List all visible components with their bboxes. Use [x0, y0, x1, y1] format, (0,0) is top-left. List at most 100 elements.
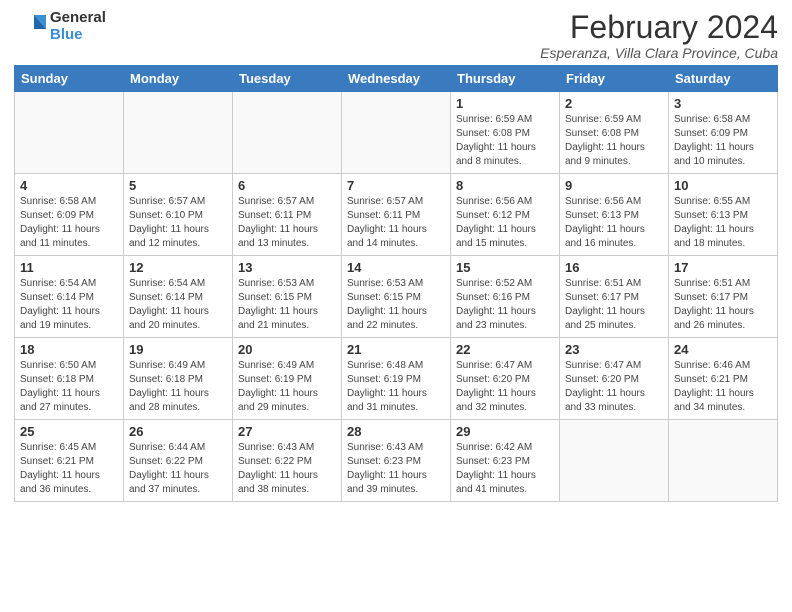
col-monday: Monday: [124, 66, 233, 92]
calendar-week-row: 4 Sunrise: 6:58 AM Sunset: 6:09 PM Daylig…: [15, 174, 778, 256]
table-row: 10 Sunrise: 6:55 AM Sunset: 6:13 PM Dayli…: [669, 174, 778, 256]
table-row: 27 Sunrise: 6:43 AM Sunset: 6:22 PM Dayli…: [233, 420, 342, 502]
day-info: Sunrise: 6:43 AM Sunset: 6:22 PM Dayligh…: [238, 441, 336, 497]
day-number: 13: [238, 260, 336, 275]
day-info: Sunrise: 6:58 AM Sunset: 6:09 PM Dayligh…: [674, 113, 772, 169]
day-number: 25: [20, 424, 118, 439]
day-number: 7: [347, 178, 445, 193]
day-number: 6: [238, 178, 336, 193]
day-info: Sunrise: 6:50 AM Sunset: 6:18 PM Dayligh…: [20, 359, 118, 415]
table-row: 9Sunrise: 6:56 AM Sunset: 6:13 PM Daylig…: [560, 174, 669, 256]
logo: General Blue: [14, 10, 106, 43]
calendar: Sunday Monday Tuesday Wednesday Thursday…: [14, 65, 778, 502]
day-number: 20: [238, 342, 336, 357]
col-thursday: Thursday: [451, 66, 560, 92]
logo-blue: Blue: [50, 27, 106, 44]
table-row: [342, 92, 451, 174]
day-info: Sunrise: 6:47 AM Sunset: 6:20 PM Dayligh…: [565, 359, 663, 415]
day-number: 16: [565, 260, 663, 275]
day-info: Sunrise: 6:44 AM Sunset: 6:22 PM Dayligh…: [129, 441, 227, 497]
day-number: 29: [456, 424, 554, 439]
subtitle: Esperanza, Villa Clara Province, Cuba: [540, 45, 778, 61]
table-row: 5 Sunrise: 6:57 AM Sunset: 6:10 PM Daylig…: [124, 174, 233, 256]
calendar-header-row: Sunday Monday Tuesday Wednesday Thursday…: [15, 66, 778, 92]
day-info: Sunrise: 6:55 AM Sunset: 6:13 PM Dayligh…: [674, 195, 772, 251]
day-info: Sunrise: 6:49 AM Sunset: 6:18 PM Dayligh…: [129, 359, 227, 415]
logo-general: General: [50, 10, 106, 27]
day-number: 17: [674, 260, 772, 275]
table-row: 13 Sunrise: 6:53 AM Sunset: 6:15 PM Dayli…: [233, 256, 342, 338]
table-row: 4 Sunrise: 6:58 AM Sunset: 6:09 PM Daylig…: [15, 174, 124, 256]
day-number: 4: [20, 178, 118, 193]
day-number: 27: [238, 424, 336, 439]
header: General Blue February 2024 Esperanza, Vi…: [14, 10, 778, 61]
table-row: 29 Sunrise: 6:42 AM Sunset: 6:23 PM Dayli…: [451, 420, 560, 502]
day-info: Sunrise: 6:53 AM Sunset: 6:15 PM Dayligh…: [238, 277, 336, 333]
day-info: Sunrise: 6:53 AM Sunset: 6:15 PM Dayligh…: [347, 277, 445, 333]
title-block: February 2024 Esperanza, Villa Clara Pro…: [540, 10, 778, 61]
table-row: 7 Sunrise: 6:57 AM Sunset: 6:11 PM Daylig…: [342, 174, 451, 256]
table-row: 23 Sunrise: 6:47 AM Sunset: 6:20 PM Dayli…: [560, 338, 669, 420]
col-tuesday: Tuesday: [233, 66, 342, 92]
logo-icon: [14, 11, 46, 43]
day-info: Sunrise: 6:45 AM Sunset: 6:21 PM Dayligh…: [20, 441, 118, 497]
col-saturday: Saturday: [669, 66, 778, 92]
day-info: Sunrise: 6:54 AM Sunset: 6:14 PM Dayligh…: [20, 277, 118, 333]
day-info: Sunrise: 6:49 AM Sunset: 6:19 PM Dayligh…: [238, 359, 336, 415]
day-info: Sunrise: 6:57 AM Sunset: 6:10 PM Dayligh…: [129, 195, 227, 251]
table-row: 15 Sunrise: 6:52 AM Sunset: 6:16 PM Dayli…: [451, 256, 560, 338]
day-number: 22: [456, 342, 554, 357]
table-row: 18Sunrise: 6:50 AM Sunset: 6:18 PM Dayli…: [15, 338, 124, 420]
day-number: 10: [674, 178, 772, 193]
col-sunday: Sunday: [15, 66, 124, 92]
table-row: 3 Sunrise: 6:58 AM Sunset: 6:09 PM Daylig…: [669, 92, 778, 174]
logo-text: General Blue: [50, 10, 106, 43]
day-number: 11: [20, 260, 118, 275]
table-row: 22 Sunrise: 6:47 AM Sunset: 6:20 PM Dayli…: [451, 338, 560, 420]
day-number: 28: [347, 424, 445, 439]
day-number: 5: [129, 178, 227, 193]
day-info: Sunrise: 6:46 AM Sunset: 6:21 PM Dayligh…: [674, 359, 772, 415]
day-info: Sunrise: 6:58 AM Sunset: 6:09 PM Dayligh…: [20, 195, 118, 251]
day-info: Sunrise: 6:52 AM Sunset: 6:16 PM Dayligh…: [456, 277, 554, 333]
day-info: Sunrise: 6:51 AM Sunset: 6:17 PM Dayligh…: [565, 277, 663, 333]
calendar-week-row: 25 Sunrise: 6:45 AM Sunset: 6:21 PM Dayli…: [15, 420, 778, 502]
table-row: 17 Sunrise: 6:51 AM Sunset: 6:17 PM Dayli…: [669, 256, 778, 338]
table-row: [560, 420, 669, 502]
day-info: Sunrise: 6:57 AM Sunset: 6:11 PM Dayligh…: [347, 195, 445, 251]
table-row: 1Sunrise: 6:59 AM Sunset: 6:08 PM Daylig…: [451, 92, 560, 174]
table-row: [233, 92, 342, 174]
table-row: [15, 92, 124, 174]
day-number: 19: [129, 342, 227, 357]
day-info: Sunrise: 6:59 AM Sunset: 6:08 PM Dayligh…: [456, 113, 554, 169]
day-number: 26: [129, 424, 227, 439]
main-title: February 2024: [540, 10, 778, 45]
day-info: Sunrise: 6:47 AM Sunset: 6:20 PM Dayligh…: [456, 359, 554, 415]
day-number: 15: [456, 260, 554, 275]
day-number: 24: [674, 342, 772, 357]
table-row: 14Sunrise: 6:53 AM Sunset: 6:15 PM Dayli…: [342, 256, 451, 338]
table-row: 8 Sunrise: 6:56 AM Sunset: 6:12 PM Daylig…: [451, 174, 560, 256]
day-number: 3: [674, 96, 772, 111]
day-info: Sunrise: 6:56 AM Sunset: 6:12 PM Dayligh…: [456, 195, 554, 251]
table-row: [124, 92, 233, 174]
table-row: 2Sunrise: 6:59 AM Sunset: 6:08 PM Daylig…: [560, 92, 669, 174]
calendar-week-row: 18Sunrise: 6:50 AM Sunset: 6:18 PM Dayli…: [15, 338, 778, 420]
calendar-week-row: 11 Sunrise: 6:54 AM Sunset: 6:14 PM Dayli…: [15, 256, 778, 338]
table-row: 20 Sunrise: 6:49 AM Sunset: 6:19 PM Dayli…: [233, 338, 342, 420]
day-info: Sunrise: 6:51 AM Sunset: 6:17 PM Dayligh…: [674, 277, 772, 333]
table-row: 25 Sunrise: 6:45 AM Sunset: 6:21 PM Dayli…: [15, 420, 124, 502]
table-row: 12Sunrise: 6:54 AM Sunset: 6:14 PM Dayli…: [124, 256, 233, 338]
table-row: 24 Sunrise: 6:46 AM Sunset: 6:21 PM Dayli…: [669, 338, 778, 420]
day-number: 8: [456, 178, 554, 193]
day-number: 21: [347, 342, 445, 357]
day-number: 9: [565, 178, 663, 193]
page: General Blue February 2024 Esperanza, Vi…: [0, 0, 792, 612]
day-number: 23: [565, 342, 663, 357]
table-row: [669, 420, 778, 502]
calendar-week-row: 1Sunrise: 6:59 AM Sunset: 6:08 PM Daylig…: [15, 92, 778, 174]
day-info: Sunrise: 6:42 AM Sunset: 6:23 PM Dayligh…: [456, 441, 554, 497]
day-info: Sunrise: 6:54 AM Sunset: 6:14 PM Dayligh…: [129, 277, 227, 333]
day-info: Sunrise: 6:57 AM Sunset: 6:11 PM Dayligh…: [238, 195, 336, 251]
table-row: 6 Sunrise: 6:57 AM Sunset: 6:11 PM Daylig…: [233, 174, 342, 256]
